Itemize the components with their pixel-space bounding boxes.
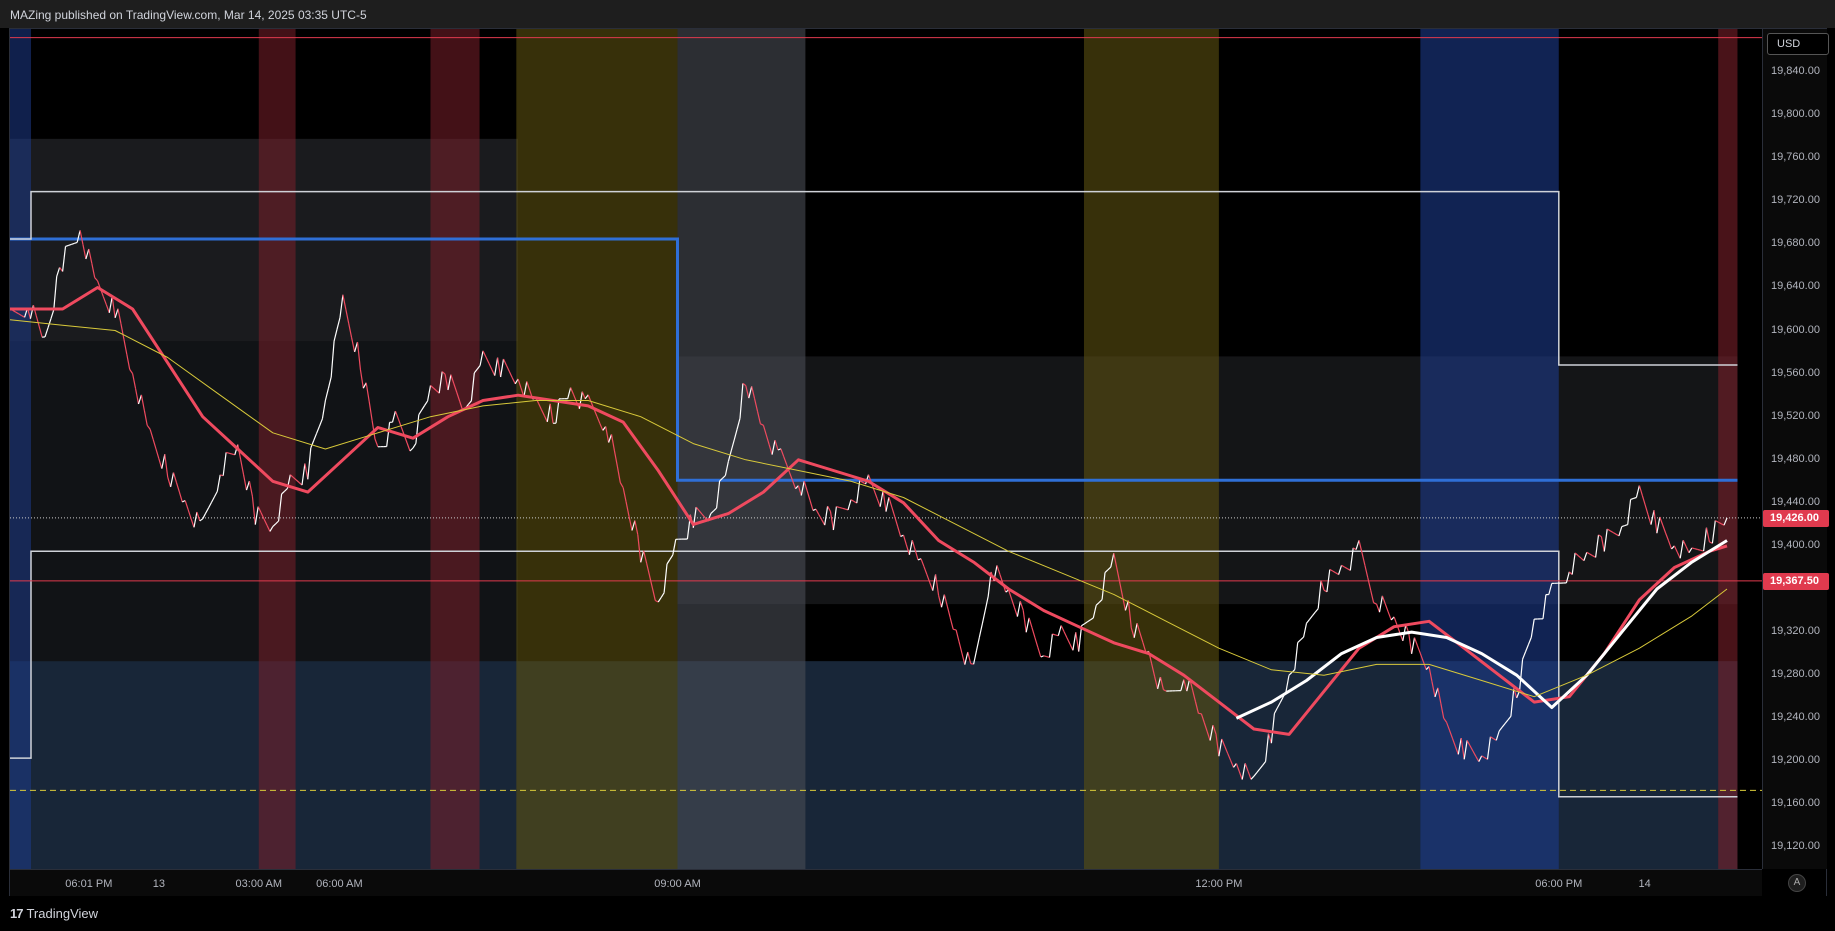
tradingview-logo-text: TradingView [26, 906, 99, 921]
price-segment [1198, 712, 1202, 715]
price-segment [1694, 548, 1698, 551]
price-segment [225, 451, 230, 454]
price-segment [1043, 655, 1047, 658]
session-band-4 [677, 29, 806, 869]
price-tick-label: 19,200.00 [1771, 754, 1820, 767]
price-tick-label: 19,520.00 [1771, 409, 1820, 422]
publish-header: MAZing published on TradingView.com, Mar… [0, 0, 1835, 28]
price-tick-label: 19,240.00 [1771, 711, 1820, 724]
price-tick-label: 19,640.00 [1771, 280, 1820, 293]
time-tick-label: 13 [152, 878, 166, 890]
price-segment [1697, 548, 1701, 551]
price-tick-label: 19,120.00 [1771, 840, 1820, 853]
price-tick-label: 19,680.00 [1771, 237, 1820, 250]
price-segment [1691, 547, 1695, 550]
chart-frame[interactable]: 19,840.00 19,800.00 19,760.00 19,720.00 19,6… [9, 28, 1829, 898]
tradingview-logo-icon: 17 [10, 906, 24, 921]
session-band-0 [10, 29, 32, 869]
time-tick-label: 12:00 PM [1195, 878, 1243, 890]
price-tick-label: 19,800.00 [1771, 108, 1820, 121]
price-tick-label: 19,480.00 [1771, 452, 1820, 465]
price-segment [836, 506, 840, 508]
session-band-1 [258, 29, 296, 869]
currency-badge[interactable]: USD [1767, 33, 1829, 55]
price-tick-label: 19,160.00 [1771, 797, 1820, 810]
time-tick-label: 09:00 AM [654, 878, 701, 890]
line-price-tag: 19,367.50 [1763, 572, 1829, 590]
price-tick-label: 19,720.00 [1771, 194, 1820, 207]
price-tick-label: 19,280.00 [1771, 668, 1820, 681]
price-tick-label: 19,560.00 [1771, 366, 1820, 379]
price-tick-label: 19,600.00 [1771, 323, 1820, 336]
footer: 17 TradingView [0, 896, 1835, 931]
price-tick-label: 19,320.00 [1771, 625, 1820, 638]
time-tick-label: 06:01 PM [65, 878, 113, 890]
price-tick-label: 19,840.00 [1771, 65, 1820, 78]
price-tick-label: 19,400.00 [1771, 538, 1820, 551]
time-tick-label: 06:00 PM [1535, 878, 1583, 890]
price-chart-plot[interactable] [10, 29, 1762, 869]
time-tick-label: 06:00 AM [316, 878, 363, 890]
tradingview-logo[interactable]: 17 TradingView [10, 906, 98, 921]
session-band-7 [1718, 29, 1738, 869]
price-segment [228, 452, 233, 455]
time-tick-label: 03:00 AM [235, 878, 283, 890]
session-band-5 [1083, 29, 1219, 869]
price-tick-label: 19,760.00 [1771, 151, 1820, 164]
price-tick-label: 19,440.00 [1771, 495, 1820, 508]
session-band-3 [516, 29, 678, 869]
session-band-2 [430, 29, 480, 869]
price-segment [839, 506, 843, 509]
price-segment [953, 628, 957, 631]
price-axis[interactable]: 19,840.00 19,800.00 19,760.00 19,720.00 19,6… [1762, 29, 1827, 869]
auto-scale-button[interactable]: A [1788, 874, 1806, 892]
current-price-tag: 19,426.00 [1763, 509, 1829, 527]
publish-info-text: MAZing published on TradingView.com, Mar… [10, 8, 367, 22]
time-axis[interactable]: 06:01 PM 13 03:00 AM 06:00 AM 09:00 AM 12:00 … [10, 869, 1762, 898]
price-segment [842, 507, 846, 510]
time-tick-label: 14 [1638, 878, 1651, 890]
